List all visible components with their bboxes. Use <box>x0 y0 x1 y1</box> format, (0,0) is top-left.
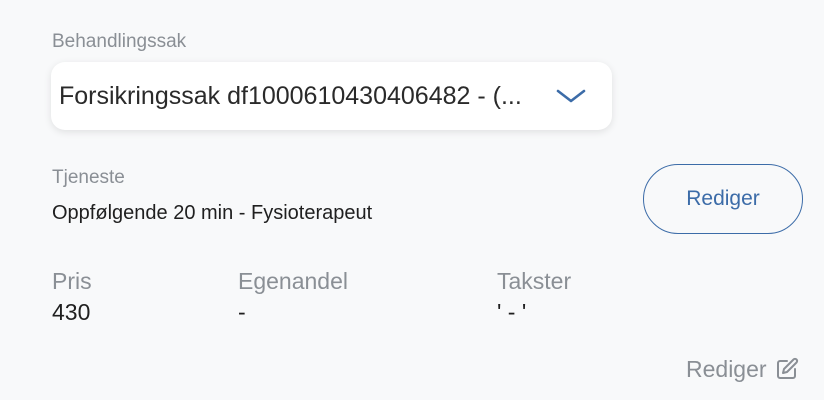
rates-value: ' - ' <box>497 299 527 325</box>
chevron-down-icon <box>556 89 586 103</box>
case-label: Behandlingssak <box>52 31 187 52</box>
edit-link[interactable]: Rediger <box>686 354 799 384</box>
pencil-square-icon <box>776 357 798 379</box>
service-value: Oppfølgende 20 min - Fysioterapeut <box>52 202 373 224</box>
price-value: 430 <box>52 299 91 325</box>
edit-link-label: Rediger <box>686 355 767 382</box>
service-label: Tjeneste <box>52 167 125 188</box>
case-select[interactable]: Forsikringssak df1000610430406482 - (... <box>51 62 612 130</box>
price-label: Pris <box>52 268 92 294</box>
copay-label: Egenandel <box>238 268 348 294</box>
case-select-value: Forsikringssak df1000610430406482 - (... <box>59 82 522 110</box>
edit-service-button[interactable]: Rediger <box>643 164 803 234</box>
copay-value: - <box>238 299 246 325</box>
rates-label: Takster <box>497 268 572 294</box>
